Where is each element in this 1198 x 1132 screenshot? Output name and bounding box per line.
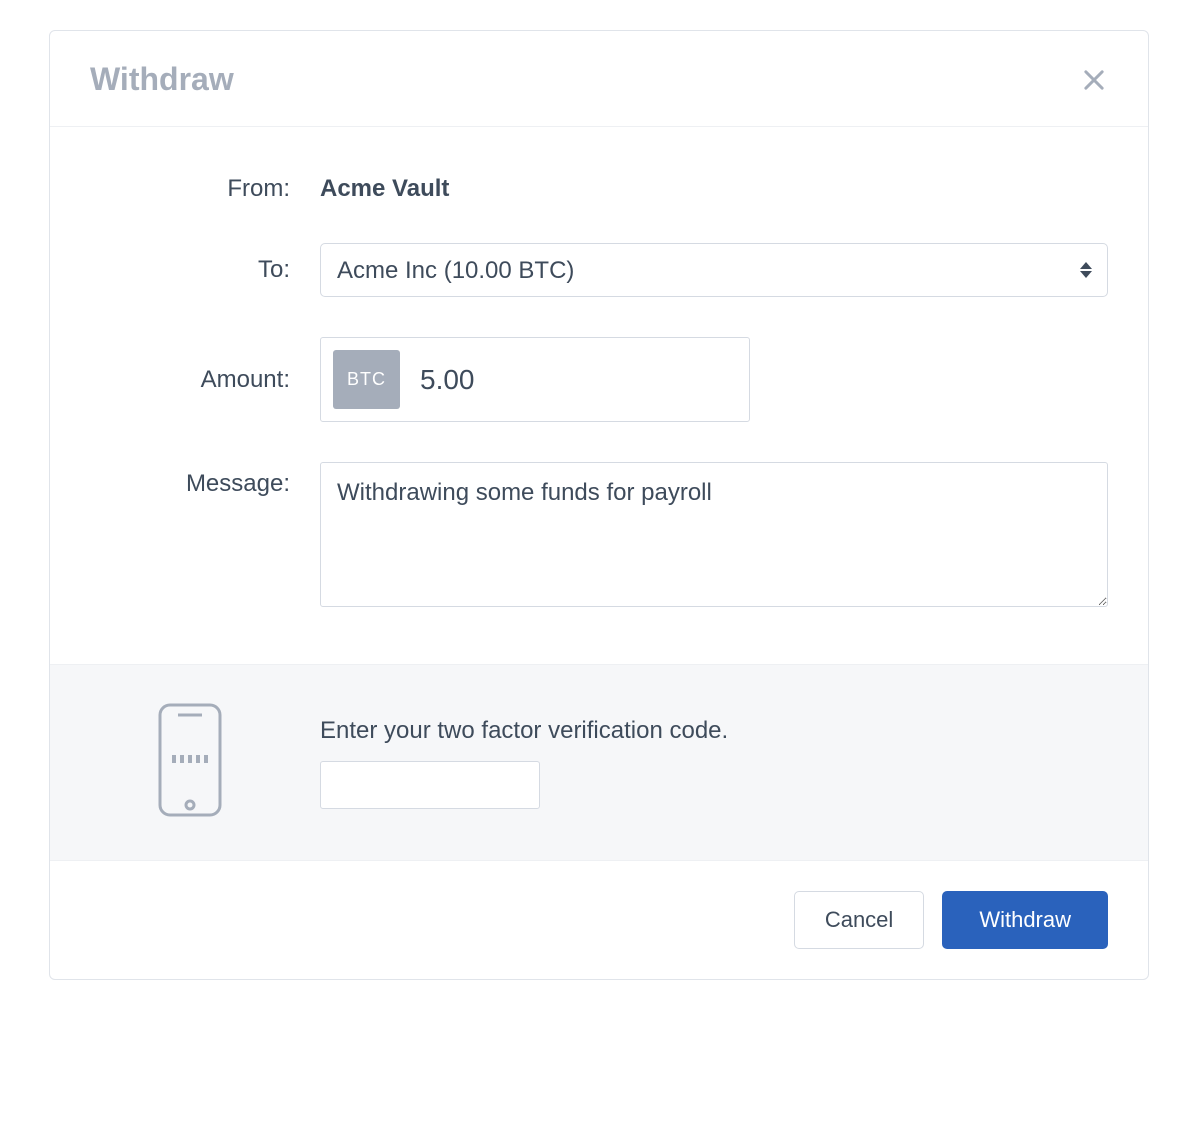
- withdraw-modal: Withdraw From: Acme Vault To: Acme Inc (…: [49, 30, 1149, 980]
- modal-footer: Cancel Withdraw: [50, 860, 1148, 979]
- message-textarea[interactable]: [320, 462, 1108, 607]
- phone-icon-wrapper: [90, 700, 320, 825]
- close-button[interactable]: [1080, 66, 1108, 94]
- currency-badge: BTC: [333, 350, 400, 409]
- modal-body: From: Acme Vault To: Acme Inc (10.00 BTC…: [50, 127, 1148, 664]
- twofa-content: Enter your two factor verification code.: [320, 717, 1108, 809]
- to-select-wrapper: Acme Inc (10.00 BTC): [320, 243, 1108, 297]
- close-icon: [1080, 66, 1108, 94]
- to-label: To:: [90, 256, 320, 284]
- amount-row: Amount: BTC: [90, 337, 1108, 422]
- cancel-button[interactable]: Cancel: [794, 891, 924, 949]
- amount-input-group: BTC: [320, 337, 750, 422]
- modal-title: Withdraw: [90, 61, 234, 98]
- from-label: From:: [90, 167, 320, 203]
- twofa-label: Enter your two factor verification code.: [320, 717, 1108, 745]
- amount-label: Amount:: [90, 366, 320, 394]
- to-row: To: Acme Inc (10.00 BTC): [90, 243, 1108, 297]
- from-row: From: Acme Vault: [90, 167, 1108, 203]
- twofa-section: Enter your two factor verification code.: [50, 664, 1148, 860]
- modal-header: Withdraw: [50, 31, 1148, 127]
- twofa-input[interactable]: [320, 761, 540, 809]
- message-label: Message:: [90, 462, 320, 498]
- withdraw-button[interactable]: Withdraw: [942, 891, 1108, 949]
- from-value: Acme Vault: [320, 167, 1108, 203]
- amount-input[interactable]: [400, 350, 781, 409]
- message-row: Message:: [90, 462, 1108, 614]
- phone-icon: [150, 700, 230, 825]
- to-select[interactable]: Acme Inc (10.00 BTC): [320, 243, 1108, 297]
